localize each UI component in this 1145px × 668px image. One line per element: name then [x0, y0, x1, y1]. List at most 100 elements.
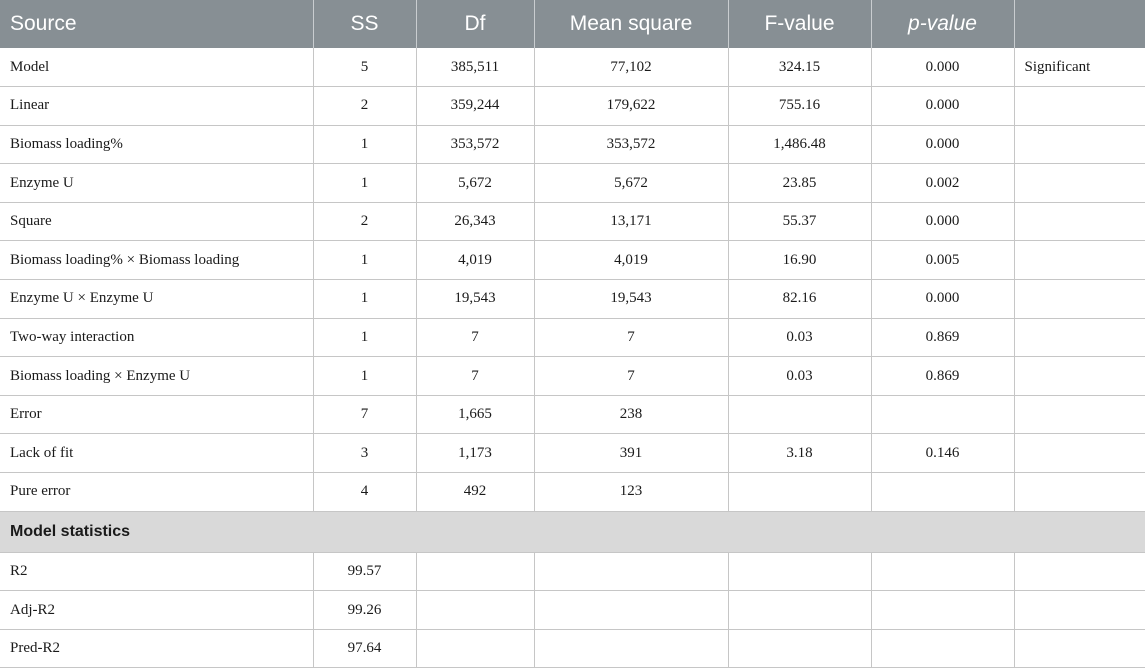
cell-source: Enzyme U [0, 163, 314, 203]
cell-mean-square: 77,102 [534, 48, 729, 88]
cell-source: Pred-R2 [0, 629, 314, 668]
cell-mean-square: 19,543 [534, 279, 729, 319]
cell-notes [1014, 590, 1145, 630]
header-p-value: p-value [871, 0, 1015, 48]
cell-notes [1014, 279, 1145, 319]
cell-ss: 99.57 [313, 552, 417, 592]
cell-ss: 1 [313, 279, 417, 319]
cell-mean-square [534, 590, 729, 630]
cell-ss: 2 [313, 202, 417, 242]
cell-f-value: 55.37 [728, 202, 872, 242]
cell-notes [1014, 552, 1145, 592]
cell-ss: 1 [313, 163, 417, 203]
cell-mean-square: 123 [534, 472, 729, 512]
cell-notes [1014, 202, 1145, 242]
cell-f-value: 0.03 [728, 318, 872, 358]
cell-df: 5,672 [416, 163, 535, 203]
cell-p-value: 0.869 [871, 318, 1015, 358]
cell-ss: 2 [313, 86, 417, 126]
cell-notes [1014, 86, 1145, 126]
cell-f-value: 324.15 [728, 48, 872, 88]
cell-mean-square: 353,572 [534, 125, 729, 165]
cell-mean-square: 13,171 [534, 202, 729, 242]
cell-df: 353,572 [416, 125, 535, 165]
cell-f-value: 16.90 [728, 240, 872, 281]
header-row: Source SS Df Mean square F-value p-value [0, 0, 1145, 48]
cell-notes [1014, 472, 1145, 512]
table-row: R2 99.57 [0, 552, 1145, 592]
table-row: Adj-R2 99.26 [0, 590, 1145, 630]
table-row: Pure error 4 492 123 [0, 472, 1145, 512]
cell-df: 4,019 [416, 240, 535, 281]
section-row-model-statistics: Model statistics [0, 511, 1145, 553]
cell-notes [1014, 629, 1145, 668]
cell-notes [1014, 318, 1145, 358]
cell-p-value: 0.146 [871, 433, 1015, 474]
cell-source: R2 [0, 552, 314, 592]
cell-ss: 1 [313, 318, 417, 358]
cell-p-value: 0.000 [871, 48, 1015, 88]
cell-df [416, 590, 535, 630]
cell-mean-square: 7 [534, 356, 729, 396]
cell-ss: 97.64 [313, 629, 417, 668]
cell-ss: 3 [313, 433, 417, 474]
cell-p-value [871, 472, 1015, 512]
table-row: Lack of fit 3 1,173 391 3.18 0.146 [0, 433, 1145, 474]
table-row: Enzyme U × Enzyme U 1 19,543 19,543 82.16 0.0… [0, 279, 1145, 319]
cell-notes [1014, 433, 1145, 474]
header-df: Df [416, 0, 535, 48]
cell-mean-square: 5,672 [534, 163, 729, 203]
cell-f-value [728, 472, 872, 512]
cell-notes [1014, 163, 1145, 203]
cell-f-value [728, 395, 872, 435]
cell-mean-square: 391 [534, 433, 729, 474]
table-row: Linear 2 359,244 179,622 755.16 0.000 [0, 86, 1145, 126]
cell-ss: 1 [313, 240, 417, 281]
cell-source: Lack of fit [0, 433, 314, 474]
cell-p-value: 0.000 [871, 202, 1015, 242]
cell-mean-square [534, 629, 729, 668]
cell-f-value [728, 552, 872, 592]
cell-mean-square: 7 [534, 318, 729, 358]
cell-df [416, 552, 535, 592]
cell-f-value [728, 590, 872, 630]
table-row: Square 2 26,343 13,171 55.37 0.000 [0, 202, 1145, 242]
cell-mean-square: 179,622 [534, 86, 729, 126]
cell-source: Pure error [0, 472, 314, 512]
header-mean-square: Mean square [534, 0, 729, 48]
table-row: Error 7 1,665 238 [0, 395, 1145, 435]
cell-f-value: 1,486.48 [728, 125, 872, 165]
table-body: Model 5 385,511 77,102 324.15 0.000 Significan… [0, 48, 1145, 668]
cell-ss: 7 [313, 395, 417, 435]
section-label: Model statistics [0, 511, 1145, 553]
cell-ss: 4 [313, 472, 417, 512]
header-ss: SS [313, 0, 417, 48]
header-notes [1014, 0, 1145, 48]
cell-p-value: 0.000 [871, 279, 1015, 319]
cell-source: Linear [0, 86, 314, 126]
cell-source: Model [0, 48, 314, 88]
cell-notes [1014, 240, 1145, 281]
cell-ss: 1 [313, 125, 417, 165]
table-row: Biomass loading% 1 353,572 353,572 1,486.48 0… [0, 125, 1145, 165]
anova-table: Source SS Df Mean square F-value p-value… [0, 0, 1145, 668]
cell-df: 492 [416, 472, 535, 512]
cell-df [416, 629, 535, 668]
cell-f-value: 755.16 [728, 86, 872, 126]
cell-f-value: 0.03 [728, 356, 872, 396]
cell-f-value: 3.18 [728, 433, 872, 474]
cell-notes [1014, 395, 1145, 435]
cell-mean-square [534, 552, 729, 592]
cell-source: Biomass loading% × Biomass loading [0, 240, 314, 281]
table-row: Two-way interaction 1 7 7 0.03 0.869 [0, 318, 1145, 358]
table-row: Biomass loading% × Biomass loading 1 4,019… [0, 240, 1145, 281]
cell-df: 7 [416, 356, 535, 396]
cell-source: Two-way interaction [0, 318, 314, 358]
cell-p-value [871, 629, 1015, 668]
cell-p-value [871, 395, 1015, 435]
cell-mean-square: 238 [534, 395, 729, 435]
cell-df: 359,244 [416, 86, 535, 126]
cell-df: 385,511 [416, 48, 535, 88]
header-source: Source [0, 0, 314, 48]
cell-source: Error [0, 395, 314, 435]
